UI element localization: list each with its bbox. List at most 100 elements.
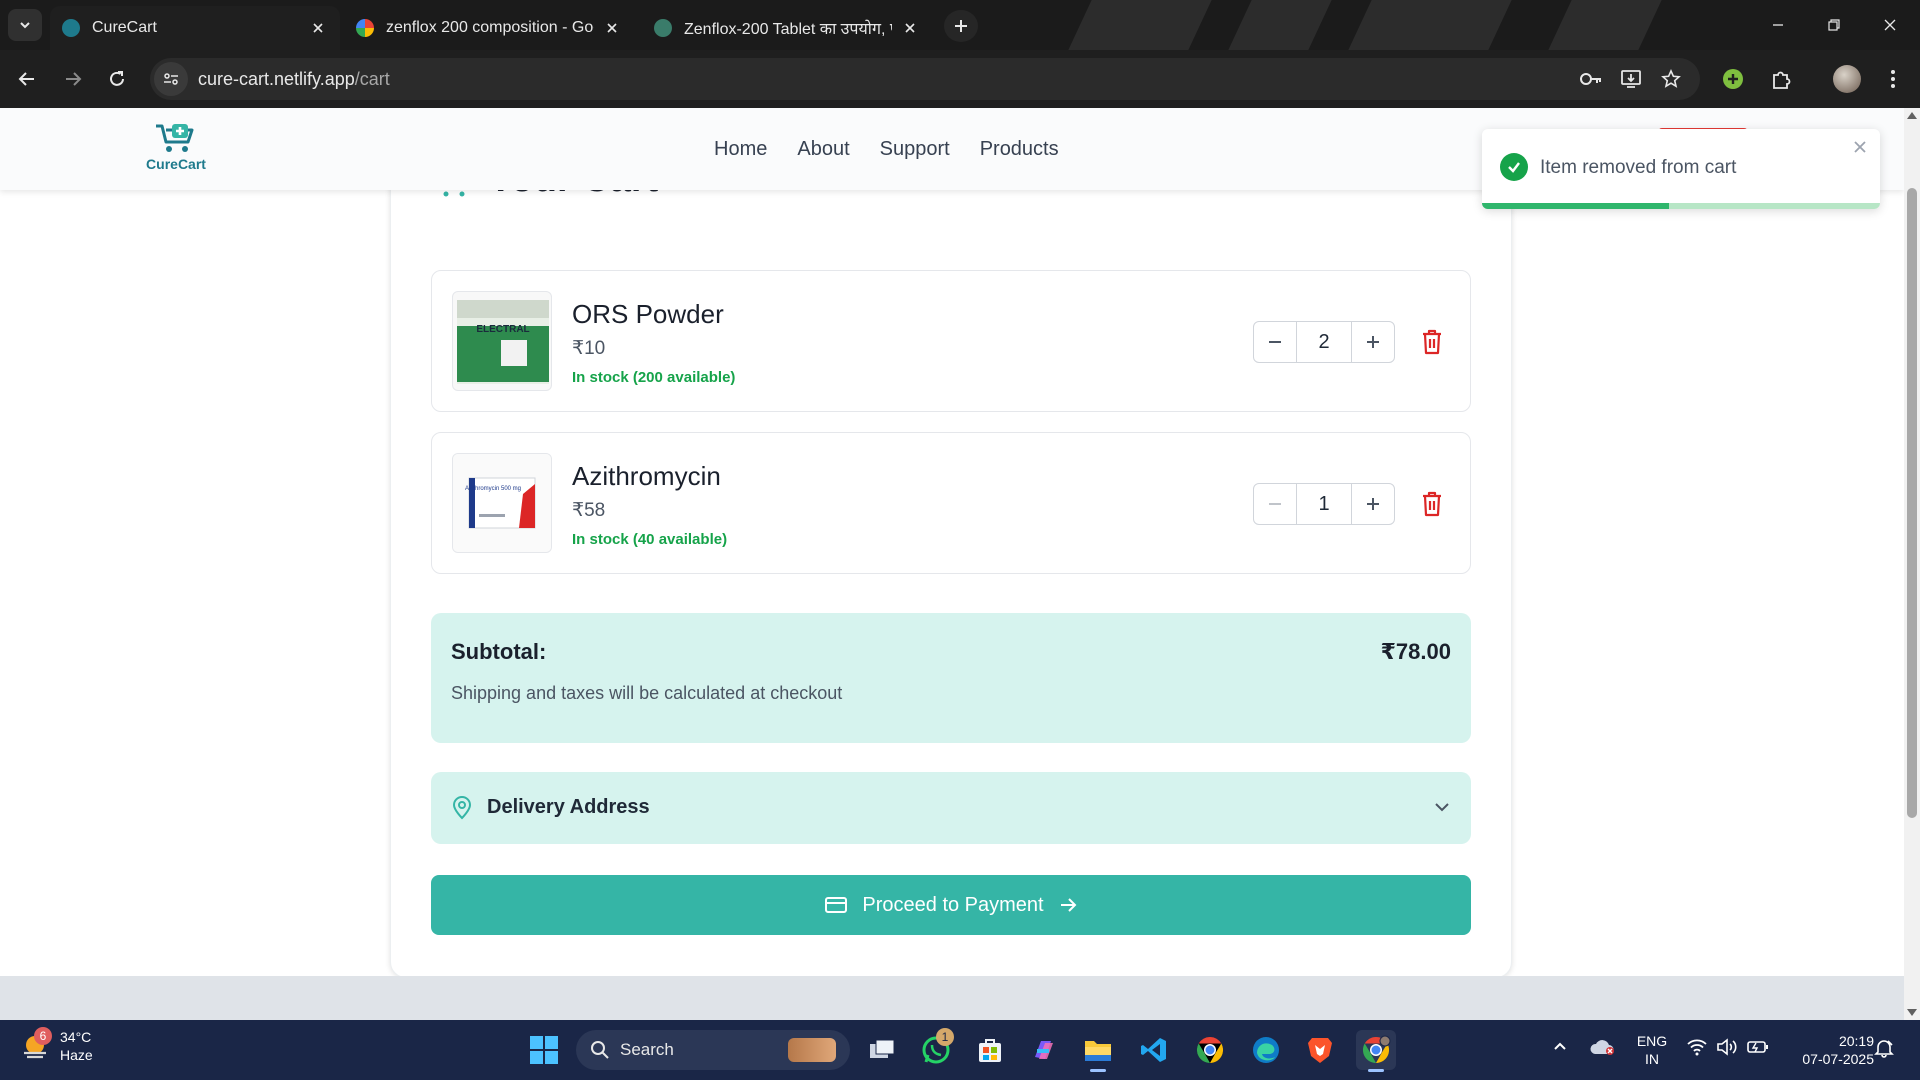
notification-bell-icon[interactable]: [1874, 1038, 1894, 1058]
url-text: cure-cart.netlify.app/cart: [198, 69, 390, 90]
brave-icon[interactable]: [1300, 1030, 1340, 1070]
map-pin-icon: [452, 796, 472, 820]
chrome-icon[interactable]: [1190, 1030, 1230, 1070]
restore-button[interactable]: [1814, 8, 1854, 42]
toast-message: Item removed from cart: [1540, 157, 1737, 178]
google-favicon-icon: [356, 19, 374, 37]
increase-quantity-button[interactable]: [1352, 484, 1394, 524]
browser-tab-bar: CureCart zenflox 200 composition - Goo Z…: [0, 0, 1920, 50]
decrease-quantity-button[interactable]: [1254, 484, 1296, 524]
edge-icon[interactable]: [1246, 1030, 1286, 1070]
minimize-icon: [1773, 24, 1783, 26]
remove-item-button[interactable]: [1417, 327, 1447, 357]
wifi-icon[interactable]: [1686, 1038, 1708, 1056]
profile-avatar[interactable]: [1830, 62, 1864, 96]
close-tab-icon[interactable]: [602, 18, 622, 38]
proceed-to-payment-button[interactable]: Proceed to Payment: [431, 875, 1471, 935]
browser-menu-button[interactable]: [1876, 62, 1910, 96]
scrollbar-thumb[interactable]: [1907, 188, 1917, 818]
scroll-up-arrow-icon[interactable]: [1907, 112, 1917, 119]
region-code: IN: [1645, 1051, 1659, 1067]
extension-plus-icon[interactable]: [1716, 62, 1750, 96]
decrease-quantity-button[interactable]: [1254, 322, 1296, 362]
arrow-right-icon: [1060, 898, 1077, 912]
apollo-favicon-icon: [654, 19, 672, 37]
clock[interactable]: 20:19 07-07-2025: [1784, 1032, 1874, 1068]
address-bar[interactable]: cure-cart.netlify.app/cart: [150, 58, 1700, 100]
search-icon: [591, 1041, 609, 1059]
close-icon: [1884, 19, 1896, 31]
plus-icon: [955, 20, 967, 32]
input-language[interactable]: ENG IN: [1632, 1032, 1672, 1068]
tab-title: CureCart: [92, 19, 157, 36]
new-tab-button[interactable]: [944, 10, 978, 42]
back-button[interactable]: [10, 62, 44, 96]
remove-item-button[interactable]: [1417, 489, 1447, 519]
plus-icon: [1367, 336, 1379, 348]
file-explorer-icon[interactable]: [1078, 1030, 1118, 1072]
extensions-puzzle-icon[interactable]: [1764, 62, 1798, 96]
forward-button[interactable]: [56, 62, 90, 96]
close-window-button[interactable]: [1870, 8, 1910, 42]
clock-time: 20:19: [1838, 1033, 1874, 1049]
running-indicator: [1090, 1069, 1106, 1072]
page-scrollbar[interactable]: [1904, 108, 1920, 1020]
page-viewport: CureCart Home About Support Products You…: [0, 108, 1904, 1020]
windows-taskbar: 6 34°C Haze Search 1 ENG IN 20:19 07-07-…: [0, 1020, 1920, 1080]
quantity-value[interactable]: 1: [1296, 484, 1352, 524]
tab-search-button[interactable]: [8, 9, 42, 41]
onedrive-icon[interactable]: [1590, 1038, 1616, 1056]
reload-icon: [110, 71, 124, 86]
increase-quantity-button[interactable]: [1352, 322, 1394, 362]
tab-google-search[interactable]: zenflox 200 composition - Goo: [344, 6, 634, 50]
taskbar-search[interactable]: Search: [576, 1030, 850, 1070]
install-app-icon[interactable]: [1614, 62, 1648, 96]
arrow-right-icon: [66, 72, 82, 86]
start-button[interactable]: [524, 1030, 564, 1070]
check-circle-icon: [1500, 153, 1528, 181]
chrome-profile-icon[interactable]: [1356, 1030, 1396, 1072]
tab-zenflox[interactable]: Zenflox-200 Tablet का उपयोग, प: [642, 6, 932, 50]
site-logo[interactable]: CureCart: [145, 122, 207, 172]
toast-close-button[interactable]: [1850, 137, 1870, 157]
task-view-icon[interactable]: [862, 1030, 902, 1070]
nav-about[interactable]: About: [797, 138, 849, 161]
close-tab-icon[interactable]: [900, 18, 920, 38]
password-key-icon[interactable]: [1574, 62, 1608, 96]
quantity-value[interactable]: 2: [1296, 322, 1352, 362]
delivery-address-accordion[interactable]: Delivery Address: [431, 772, 1471, 844]
chevron-up-icon: [1554, 1042, 1566, 1050]
volume-icon[interactable]: [1716, 1038, 1738, 1056]
show-hidden-icons[interactable]: [1552, 1038, 1568, 1054]
plus-icon: [1367, 498, 1379, 510]
tab-title: Zenflox-200 Tablet का उपयोग, प: [684, 21, 892, 38]
vscode-icon[interactable]: [1134, 1030, 1174, 1070]
arrow-left-icon: [18, 72, 34, 86]
scroll-down-arrow-icon[interactable]: [1907, 1009, 1917, 1016]
microsoft-store-icon[interactable]: [970, 1030, 1010, 1070]
subtotal-label: Subtotal:: [451, 639, 547, 664]
product-name: Azithromycin: [572, 461, 721, 491]
credit-card-icon: [825, 897, 848, 913]
nav-home[interactable]: Home: [714, 138, 767, 161]
reload-button[interactable]: [100, 62, 134, 96]
search-highlight-image: [788, 1038, 836, 1062]
nav-products[interactable]: Products: [980, 138, 1059, 161]
site-info-icon[interactable]: [154, 62, 188, 96]
battery-icon[interactable]: [1746, 1038, 1770, 1056]
curecart-favicon-icon: [62, 19, 80, 37]
tabbar-decoration: [1348, 0, 1512, 50]
url-host: cure-cart.netlify.app: [198, 68, 355, 89]
nav-support[interactable]: Support: [880, 138, 950, 161]
weather-widget[interactable]: 6 34°C Haze: [20, 1027, 93, 1064]
toast-progress-bar: [1482, 203, 1670, 209]
minimize-button[interactable]: [1758, 8, 1798, 42]
tab-curecart[interactable]: CureCart: [50, 6, 340, 50]
copilot-icon[interactable]: [1024, 1030, 1064, 1070]
product-image: Azithromycin 500 mg: [452, 453, 552, 553]
whatsapp-icon[interactable]: 1: [916, 1028, 956, 1070]
close-tab-icon[interactable]: [308, 18, 328, 38]
minus-icon: [1269, 341, 1281, 343]
cart-plus-logo-icon: [156, 124, 194, 152]
bookmark-star-icon[interactable]: [1654, 62, 1688, 96]
